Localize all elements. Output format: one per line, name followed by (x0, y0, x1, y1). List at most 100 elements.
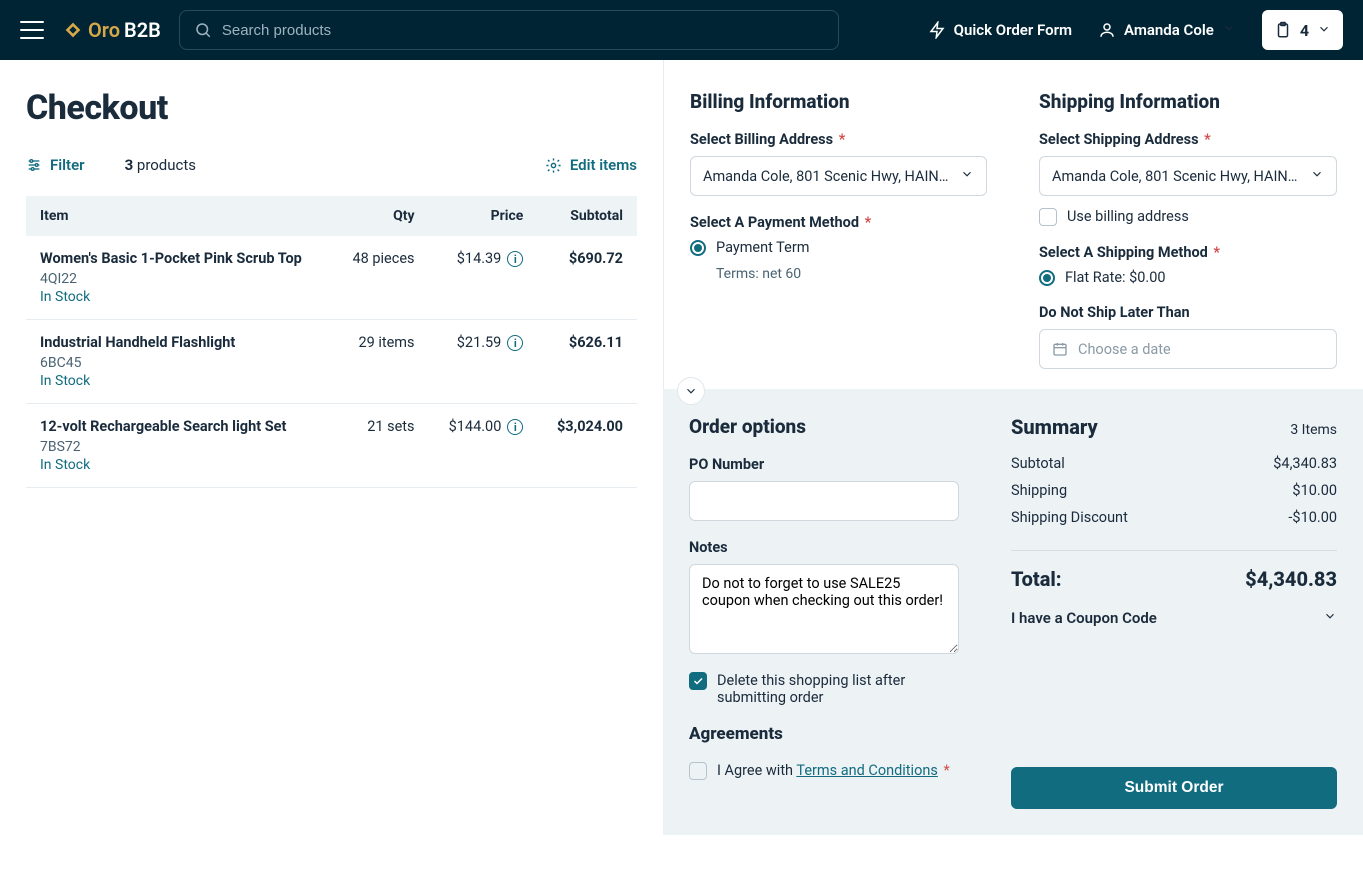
billing-address-label: Select Billing Address * (690, 131, 987, 148)
item-price: $144.00 (449, 418, 502, 435)
terms-link[interactable]: Terms and Conditions (796, 762, 937, 779)
chevron-down-icon (960, 167, 974, 185)
product-count-num: 3 (125, 156, 134, 174)
items-table: Item Qty Price Subtotal Women's Basic 1-… (26, 196, 637, 488)
summary-row-value: $4,340.83 (1273, 455, 1337, 472)
logo-text-2: B2B (124, 18, 161, 42)
search-wrap (179, 10, 839, 50)
items-toolbar: Filter 3 products Edit items (26, 156, 637, 174)
shipping-method-option: Flat Rate: $0.00 (1065, 269, 1166, 286)
table-row: Women's Basic 1-Pocket Pink Scrub Top 4QI… (26, 236, 637, 320)
summary-row-label: Subtotal (1011, 455, 1065, 472)
filter-button[interactable]: Filter (26, 156, 85, 174)
order-options-title: Order options (689, 415, 959, 438)
billing-block: Billing Information Select Billing Addre… (663, 60, 1013, 389)
total-label: Total: (1011, 567, 1062, 591)
item-qty: 21 sets (333, 404, 428, 488)
search-icon (194, 21, 212, 39)
summary-items-count: 3 Items (1290, 422, 1337, 438)
radio-checked-icon (1039, 270, 1055, 286)
gear-icon (545, 157, 562, 174)
item-price: $14.39 (457, 250, 502, 267)
table-row: Industrial Handheld Flashlight 6BC45 In St… (26, 320, 637, 404)
user-menu[interactable]: Amanda Cole (1098, 21, 1236, 39)
chevron-down-icon (1222, 21, 1236, 39)
item-stock: In Stock (40, 289, 319, 305)
ship-date-label: Do Not Ship Later Than (1039, 304, 1337, 321)
cart-button[interactable]: 4 (1262, 10, 1343, 50)
use-billing-label: Use billing address (1067, 208, 1189, 225)
item-stock: In Stock (40, 373, 319, 389)
coupon-label: I have a Coupon Code (1011, 609, 1157, 627)
page-title: Checkout (26, 88, 637, 128)
shipping-title: Shipping Information (1039, 90, 1337, 113)
item-qty: 48 pieces (333, 236, 428, 320)
radio-checked-icon (690, 240, 706, 256)
po-number-input[interactable] (689, 481, 959, 521)
item-price: $21.59 (457, 334, 502, 351)
billing-address-select[interactable]: Amanda Cole, 801 Scenic Hwy, HAINES... (690, 156, 987, 196)
quick-order-label: Quick Order Form (954, 21, 1072, 39)
agree-terms-checkbox[interactable]: I Agree with Terms and Conditions * (689, 762, 959, 780)
search-input[interactable] (222, 22, 824, 39)
user-icon (1098, 21, 1116, 39)
user-name: Amanda Cole (1124, 21, 1214, 39)
edit-items-button[interactable]: Edit items (545, 156, 637, 174)
chevron-down-icon (684, 384, 698, 398)
logo[interactable]: OroB2B (62, 18, 161, 42)
delete-list-checkbox[interactable]: Delete this shopping list after submitti… (689, 672, 959, 706)
delete-list-label: Delete this shopping list after submitti… (717, 672, 959, 706)
item-name: Women's Basic 1-Pocket Pink Scrub Top (40, 250, 319, 267)
divider (1011, 550, 1337, 551)
item-name: Industrial Handheld Flashlight (40, 334, 319, 351)
ship-date-input[interactable]: Choose a date (1039, 329, 1337, 369)
shipping-method-radio[interactable]: Flat Rate: $0.00 (1039, 269, 1337, 286)
edit-items-label: Edit items (570, 156, 637, 174)
chevron-down-icon (1310, 167, 1324, 185)
use-billing-checkbox[interactable]: Use billing address (1039, 208, 1337, 226)
checkout-right: Billing Information Select Billing Addre… (663, 60, 1363, 835)
hamburger-menu-icon[interactable] (20, 21, 44, 39)
notes-textarea[interactable] (689, 564, 959, 654)
info-icon[interactable]: i (507, 251, 523, 267)
lower-right: Order options PO Number Notes Delete thi… (663, 389, 1363, 835)
summary-title: Summary (1011, 415, 1098, 439)
po-number-label: PO Number (689, 456, 959, 473)
filter-icon (26, 157, 42, 173)
notes-label: Notes (689, 539, 959, 556)
item-name: 12-volt Rechargeable Search light Set (40, 418, 319, 435)
shipping-address-select[interactable]: Amanda Cole, 801 Scenic Hwy, HAINE... (1039, 156, 1337, 196)
payment-term-radio[interactable]: Payment Term (690, 239, 987, 256)
cart-count: 4 (1300, 21, 1309, 40)
billing-title: Billing Information (690, 90, 987, 113)
billing-address-value: Amanda Cole, 801 Scenic Hwy, HAINES... (703, 168, 950, 185)
product-count-label: products (133, 156, 196, 174)
item-sku: 4QI22 (40, 271, 319, 287)
item-subtotal: $690.72 (537, 236, 637, 320)
order-options: Order options PO Number Notes Delete thi… (663, 389, 985, 835)
filter-label: Filter (50, 156, 85, 174)
checkbox-unchecked-icon (689, 762, 707, 780)
checkout-left: Checkout Filter 3 products Edit items It… (0, 60, 663, 835)
search-box[interactable] (179, 10, 839, 50)
shipping-block: Shipping Information Select Shipping Add… (1013, 60, 1363, 389)
payment-method-label: Select A Payment Method * (690, 214, 987, 231)
col-price: Price (429, 196, 538, 236)
coupon-toggle[interactable]: I have a Coupon Code (1011, 609, 1337, 627)
topbar: OroB2B Quick Order Form Amanda Cole 4 (0, 0, 1363, 60)
collapse-handle[interactable] (677, 377, 705, 405)
shipping-method-label: Select A Shipping Method * (1039, 244, 1337, 261)
info-icon[interactable]: i (507, 335, 523, 351)
quick-order-link[interactable]: Quick Order Form (928, 21, 1072, 39)
agreements-title: Agreements (689, 724, 959, 744)
table-row: 12-volt Rechargeable Search light Set7BS… (26, 404, 637, 488)
summary-row-label: Shipping Discount (1011, 509, 1128, 526)
payment-option-label: Payment Term (716, 239, 809, 256)
summary-row: Shipping$10.00 (1011, 482, 1337, 499)
info-icon[interactable]: i (507, 419, 523, 435)
item-sku: 6BC45 (40, 355, 319, 371)
payment-terms-detail: Terms: net 60 (716, 266, 987, 282)
summary-row-value: -$10.00 (1288, 509, 1337, 526)
submit-order-button[interactable]: Submit Order (1011, 767, 1337, 809)
total-value: $4,340.83 (1245, 567, 1337, 591)
